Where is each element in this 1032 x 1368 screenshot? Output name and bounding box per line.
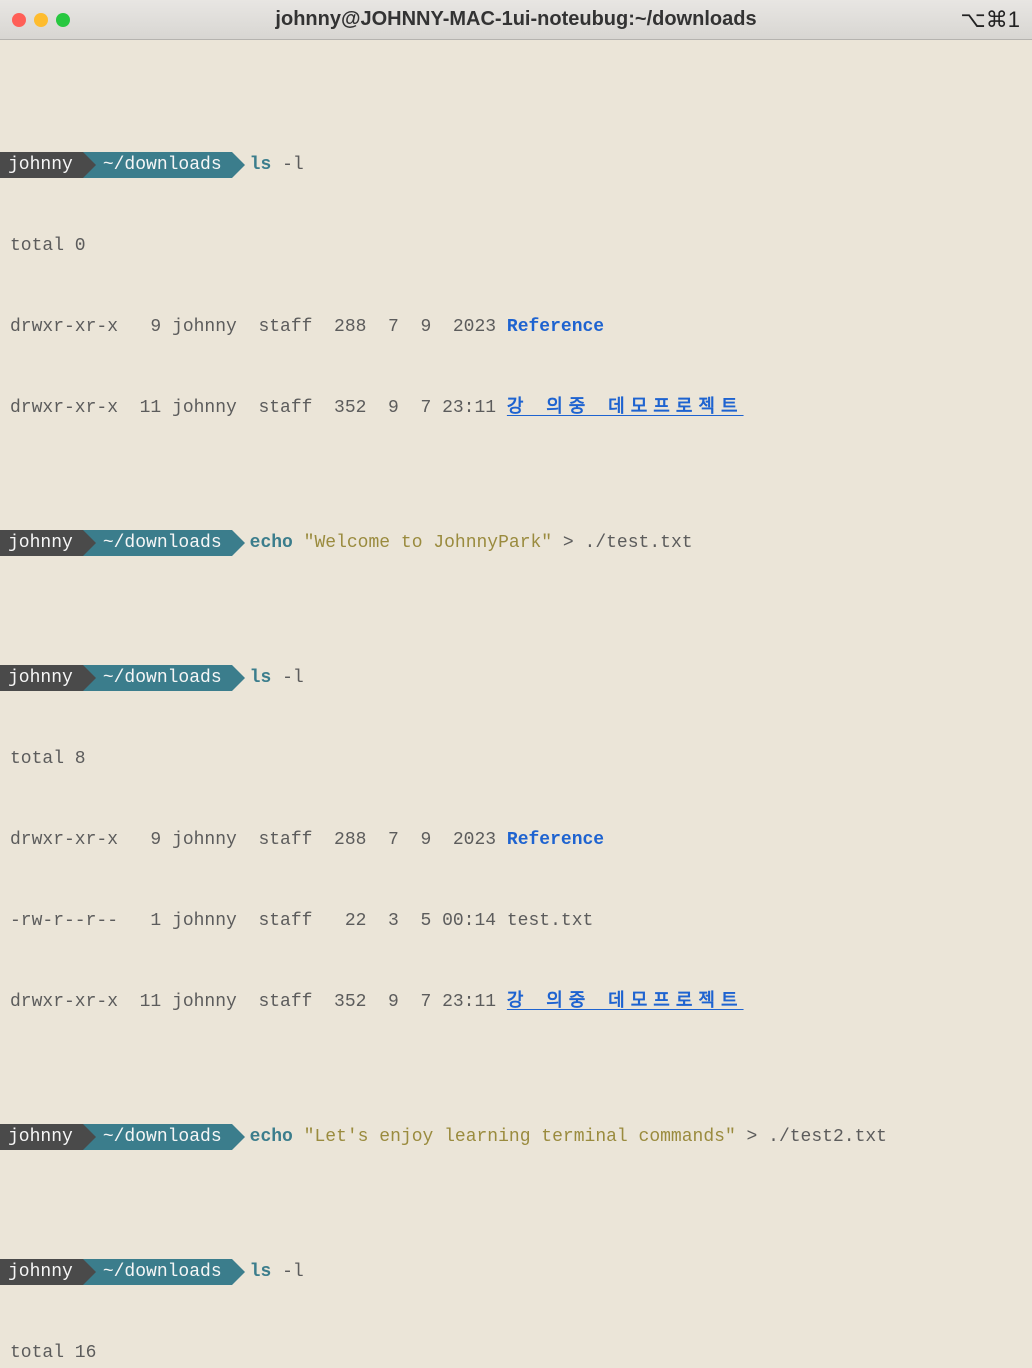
directory-name: 강 의중 데모프로젝트 [507,992,744,1012]
output-line: drwxr-xr-x 9 johnny staff 288 7 9 2023 R… [0,827,1032,854]
prompt-line: johnny~/downloads echo "Welcome to Johnny… [0,530,1032,557]
minimize-icon[interactable] [34,13,48,27]
titlebar[interactable]: johnny@JOHNNY-MAC-1ui-noteubug:~/downloa… [0,0,1032,40]
output-line: total 8 [0,746,1032,773]
command-args: -l [282,1262,304,1282]
command-args: -l [282,155,304,175]
command: ls [250,155,272,175]
prompt-line: johnny~/downloads ls -l [0,152,1032,179]
command-args: > ./test.txt [552,533,692,553]
directory-name: Reference [507,317,604,337]
directory-name: 강 의중 데모프로젝트 [507,398,744,418]
prompt-user: johnny [0,665,83,691]
output-line: -rw-r--r-- 1 johnny staff 22 3 5 00:14 t… [0,908,1032,935]
output-line: drwxr-xr-x 9 johnny staff 288 7 9 2023 R… [0,314,1032,341]
prompt-path: ~/downloads [83,152,232,178]
prompt-user: johnny [0,530,83,556]
command: ls [250,668,272,688]
output-line: drwxr-xr-x 11 johnny staff 352 9 7 23:11… [0,989,1032,1016]
command-args: > ./test2.txt [736,1127,887,1147]
prompt-user: johnny [0,152,83,178]
ls-row: drwxr-xr-x 9 johnny staff 288 7 9 2023 [10,830,507,850]
maximize-icon[interactable] [56,13,70,27]
prompt-user: johnny [0,1124,83,1150]
window-title: johnny@JOHNNY-MAC-1ui-noteubug:~/downloa… [275,8,756,31]
prompt-path: ~/downloads [83,665,232,691]
string-literal: "Welcome to JohnnyPark" [304,533,552,553]
close-icon[interactable] [12,13,26,27]
prompt-user: johnny [0,1259,83,1285]
ls-row: drwxr-xr-x 11 johnny staff 352 9 7 23:11 [10,398,507,418]
shortcut-label: ⌥⌘1 [960,7,1020,33]
ls-row: drwxr-xr-x 11 johnny staff 352 9 7 23:11 [10,992,507,1012]
ls-row: drwxr-xr-x 9 johnny staff 288 7 9 2023 [10,317,507,337]
command: echo [250,1127,293,1147]
prompt-line: johnny~/downloads ls -l [0,665,1032,692]
command: echo [250,533,293,553]
output-line: total 16 [0,1340,1032,1367]
output-line: total 0 [0,233,1032,260]
prompt-line: johnny~/downloads echo "Let's enjoy learn… [0,1124,1032,1151]
prompt-path: ~/downloads [83,1124,232,1150]
directory-name: Reference [507,830,604,850]
command: ls [250,1262,272,1282]
output-line: drwxr-xr-x 11 johnny staff 352 9 7 23:11… [0,395,1032,422]
traffic-lights [12,13,70,27]
command-args: -l [282,668,304,688]
prompt-path: ~/downloads [83,1259,232,1285]
string-literal: "Let's enjoy learning terminal commands" [304,1127,736,1147]
terminal-body[interactable]: johnny~/downloadsls -l total 0 drwxr-xr-… [0,40,1032,1368]
prompt-path: ~/downloads [83,530,232,556]
prompt-line: johnny~/downloads ls -l [0,1259,1032,1286]
